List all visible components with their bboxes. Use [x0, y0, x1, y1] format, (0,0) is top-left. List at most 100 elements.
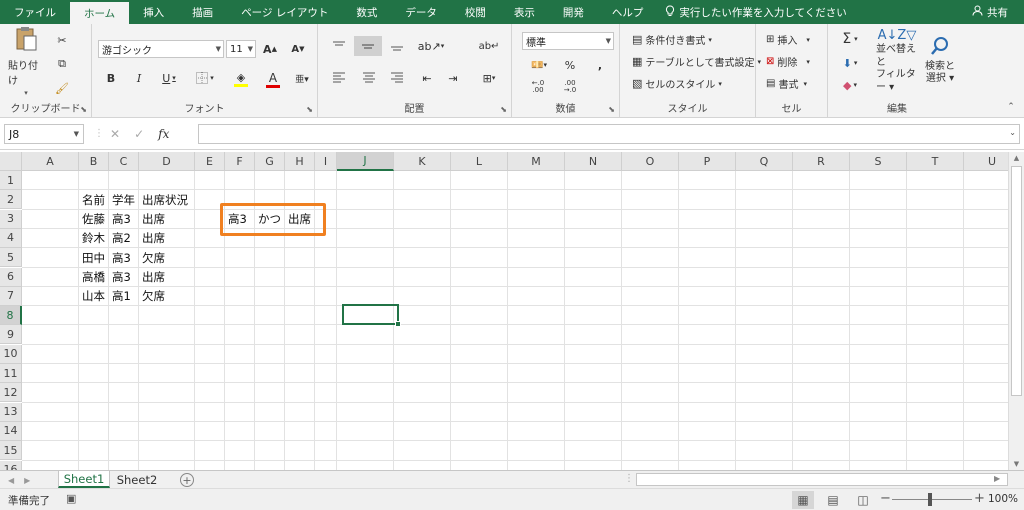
column-header-l[interactable]: L [451, 152, 508, 171]
row-header-16[interactable]: 16 [0, 460, 22, 470]
column-header-t[interactable]: T [907, 152, 964, 171]
row-header-12[interactable]: 12 [0, 383, 22, 403]
merge-center-icon[interactable]: ⊞ ▾ [474, 68, 504, 88]
enter-icon[interactable]: ✓ [134, 127, 144, 141]
table-cell[interactable]: 高1 [109, 287, 131, 306]
clear-icon[interactable]: ◆ ▾ [838, 76, 862, 94]
font-size-dropdown[interactable]: 11 ▼ [226, 40, 256, 58]
sheet-prev-icon[interactable]: ◀ [8, 476, 14, 485]
row-header-2[interactable]: 2 [0, 190, 22, 210]
table-cell[interactable]: 山本 [79, 287, 105, 306]
cell-styles-button[interactable]: ▧ セルのスタイル ▾ [632, 76, 722, 91]
page-layout-view-icon[interactable]: ▤ [822, 491, 844, 509]
column-header-k[interactable]: K [394, 152, 451, 171]
active-cell-cursor[interactable] [342, 304, 401, 327]
row-header-13[interactable]: 13 [0, 402, 22, 422]
normal-view-icon[interactable]: ▦ [792, 491, 814, 509]
sheet-tab-2[interactable]: Sheet2 [112, 471, 162, 488]
tab-insert[interactable]: 挿入 [129, 0, 178, 24]
zoom-slider-thumb[interactable] [928, 493, 932, 506]
tab-formulas[interactable]: 数式 [342, 0, 391, 24]
scroll-down-icon[interactable]: ▼ [1009, 458, 1024, 470]
orientation-icon[interactable]: ab↗ ▾ [416, 36, 446, 56]
sheet-next-icon[interactable]: ▶ [24, 476, 30, 485]
tab-home[interactable]: ホーム [70, 2, 130, 24]
vertical-scroll-thumb[interactable] [1011, 166, 1022, 396]
table-header-cell[interactable]: 名前 [79, 190, 105, 209]
align-center-icon[interactable] [358, 68, 380, 88]
column-header-q[interactable]: Q [736, 152, 793, 171]
column-header-u[interactable]: U [964, 152, 1008, 171]
add-sheet-icon[interactable]: + [180, 473, 194, 487]
cut-icon[interactable]: ✂ [54, 32, 70, 48]
italic-icon[interactable]: I [130, 68, 148, 88]
dialog-launcher-icon[interactable]: ⬊ [306, 105, 313, 114]
increase-font-icon[interactable]: A ▲ [260, 39, 280, 59]
tab-view[interactable]: 表示 [500, 0, 549, 24]
row-header-10[interactable]: 10 [0, 344, 22, 364]
tab-help[interactable]: ヘルプ [598, 0, 658, 24]
paste-button[interactable]: 貼り付け ▾ [8, 26, 44, 97]
increase-decimal-icon[interactable]: ←.0.00 [526, 78, 550, 96]
decrease-font-icon[interactable]: A ▼ [288, 39, 308, 59]
row-header-1[interactable]: 1 [0, 171, 22, 190]
table-cell[interactable]: 高橋 [79, 268, 105, 287]
macro-record-icon[interactable]: ▣ [66, 492, 76, 505]
wrap-text-icon[interactable]: ab↵ [478, 36, 500, 56]
conditional-format-button[interactable]: ▤ 条件付き書式 ▾ [632, 32, 712, 47]
table-cell[interactable]: 高2 [109, 229, 131, 248]
delete-cells-button[interactable]: ⊠ 削除 ▾ [766, 54, 810, 69]
table-cell[interactable]: 鈴木 [79, 229, 105, 248]
fill-icon[interactable]: ⬇ ▾ [838, 54, 862, 72]
table-cell[interactable]: 佐藤 [79, 210, 105, 229]
column-header-p[interactable]: P [679, 152, 736, 171]
column-header-n[interactable]: N [565, 152, 622, 171]
insert-function-icon[interactable]: fx [158, 127, 169, 141]
column-header-g[interactable]: G [255, 152, 285, 171]
format-painter-icon[interactable]: 🖌 [54, 80, 70, 96]
column-header-f[interactable]: F [225, 152, 255, 171]
decrease-indent-icon[interactable]: ⇤ [416, 68, 438, 88]
tab-data[interactable]: データ [391, 0, 451, 24]
table-cell[interactable]: 高3 [109, 210, 131, 229]
column-header-s[interactable]: S [850, 152, 907, 171]
column-header-c[interactable]: C [109, 152, 139, 171]
dialog-launcher-icon[interactable]: ⬊ [80, 105, 87, 114]
page-break-view-icon[interactable]: ◫ [852, 491, 874, 509]
column-header-a[interactable]: A [22, 152, 79, 171]
column-header-h[interactable]: H [285, 152, 315, 171]
dialog-launcher-icon[interactable]: ⬊ [608, 105, 615, 114]
name-box[interactable]: J8 ▼ [4, 124, 84, 144]
table-cell[interactable]: 出席 [139, 229, 165, 248]
row-header-7[interactable]: 7 [0, 286, 22, 306]
expand-formula-icon[interactable]: ⌄ [1009, 128, 1016, 137]
copy-icon[interactable]: ⧉ [54, 56, 70, 72]
column-header-m[interactable]: M [508, 152, 565, 171]
tab-page-layout[interactable]: ページ レイアウト [227, 0, 342, 24]
tab-draw[interactable]: 描画 [178, 0, 227, 24]
scroll-up-icon[interactable]: ▲ [1009, 152, 1024, 164]
column-header-d[interactable]: D [139, 152, 195, 171]
tab-file[interactable]: ファイル [0, 0, 70, 24]
row-header-6[interactable]: 6 [0, 267, 22, 287]
find-select-button[interactable]: 検索と 選択 ▾ [922, 30, 958, 92]
vertical-scrollbar[interactable]: ▲ ▼ [1008, 152, 1024, 470]
align-top-icon[interactable] [328, 36, 350, 56]
column-header-r[interactable]: R [793, 152, 850, 171]
row-header-8[interactable]: 8 [0, 306, 22, 326]
format-cells-button[interactable]: ▤ 書式 ▾ [766, 76, 807, 91]
formula-input[interactable] [198, 124, 1020, 144]
tell-me-box[interactable]: 実行したい作業を入力してください [657, 0, 847, 24]
row-header-3[interactable]: 3 [0, 209, 22, 229]
borders-icon[interactable]: ▾ [190, 68, 220, 88]
table-header-cell[interactable]: 出席状況 [139, 190, 188, 209]
sheet-tab-1[interactable]: Sheet1 [58, 471, 110, 488]
row-header-15[interactable]: 15 [0, 441, 22, 461]
cancel-icon[interactable]: ✕ [110, 127, 120, 141]
share-button[interactable]: 共有 [972, 0, 1008, 24]
zoom-level[interactable]: 100% [988, 493, 1018, 505]
bold-icon[interactable]: B [102, 68, 120, 88]
row-header-14[interactable]: 14 [0, 421, 22, 441]
phonetic-icon[interactable]: 亜▾ [292, 68, 312, 88]
underline-icon[interactable]: U ▾ [156, 68, 182, 88]
